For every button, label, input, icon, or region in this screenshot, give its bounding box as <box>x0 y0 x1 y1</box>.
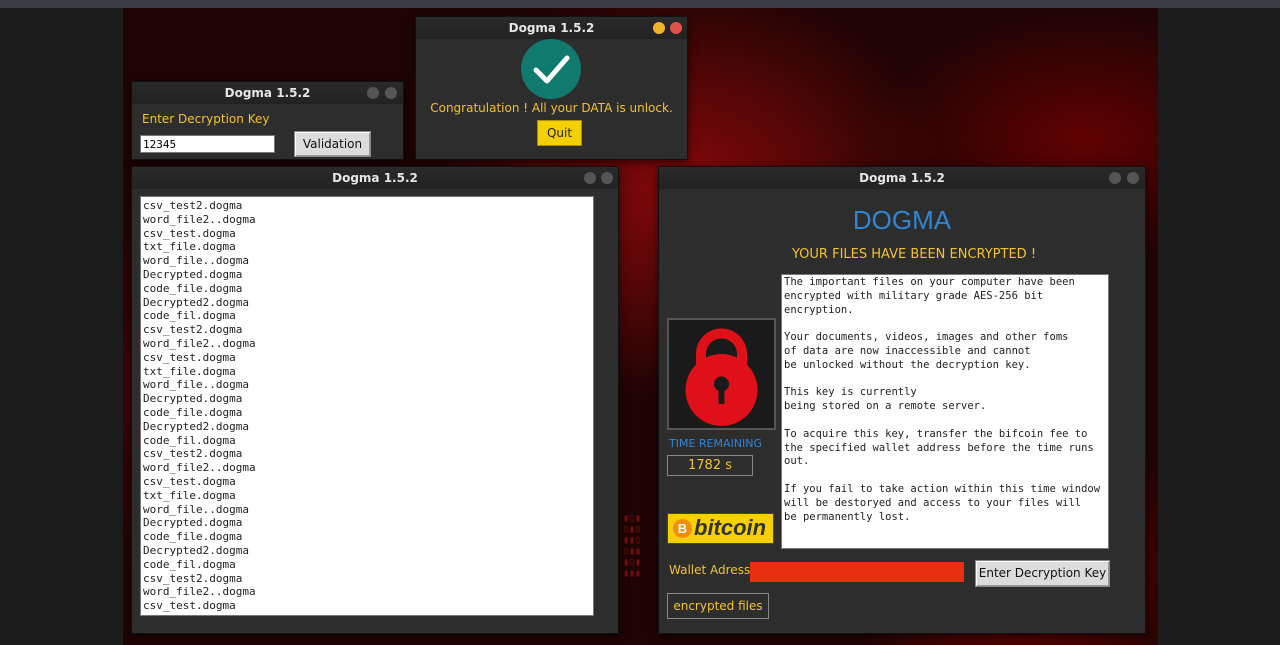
file-list-item[interactable]: word_file2..dogma <box>143 337 593 351</box>
file-list-item[interactable]: code_file.dogma <box>143 530 593 544</box>
file-list-item[interactable]: word_file..dogma <box>143 503 593 517</box>
ransom-message: The important files on your computer hav… <box>781 274 1109 549</box>
close-button[interactable] <box>670 22 682 34</box>
file-list-item[interactable]: csv_test.dogma <box>143 599 593 613</box>
app-heading: DOGMA <box>852 205 952 235</box>
minimize-button[interactable] <box>1109 172 1121 184</box>
decryption-key-window: Dogma 1.5.2 Enter Decryption Key Validat… <box>131 81 404 160</box>
file-list-item[interactable]: code_fil.dogma <box>143 434 593 448</box>
window-titlebar[interactable]: Dogma 1.5.2 <box>132 82 403 104</box>
time-remaining-label: TIME REMAINING <box>669 437 762 450</box>
file-list-item[interactable]: txt_file.dogma <box>143 365 593 379</box>
ransom-main-window: Dogma 1.5.2 DOGMA YOUR FILES HAVE BEEN E… <box>658 166 1146 634</box>
close-button[interactable] <box>385 87 397 99</box>
decryption-key-input[interactable] <box>140 135 275 153</box>
unlock-success-window: Dogma 1.5.2 Congratulation ! All your DA… <box>415 16 688 160</box>
window-title: Dogma 1.5.2 <box>859 171 945 185</box>
file-list[interactable]: csv_test2.dogma word_file2..dogma csv_test… <box>140 196 594 616</box>
file-list-item[interactable]: txt_file.dogma <box>143 240 593 254</box>
file-list-item[interactable]: csv_test.dogma <box>143 227 593 241</box>
bitcoin-label: bitcoin <box>694 515 767 540</box>
close-button[interactable] <box>1127 172 1139 184</box>
key-prompt-label: Enter Decryption Key <box>142 112 270 126</box>
file-list-item[interactable]: Decrypted2.dogma <box>143 296 593 310</box>
file-list-item[interactable]: Decrypted.dogma <box>143 392 593 406</box>
bitcoin-logo: B bitcoin <box>667 513 774 544</box>
enter-decryption-key-button[interactable]: Enter Decryption Key <box>975 560 1110 587</box>
file-list-item[interactable]: Decrypted2.dogma <box>143 544 593 558</box>
file-list-item[interactable]: code_file.dogma <box>143 406 593 420</box>
file-list-item[interactable]: word_file2..dogma <box>143 213 593 227</box>
window-title: Dogma 1.5.2 <box>332 171 418 185</box>
window-titlebar[interactable]: Dogma 1.5.2 <box>132 167 618 189</box>
window-title: Dogma 1.5.2 <box>224 86 311 100</box>
file-list-item[interactable]: word_file..dogma <box>143 254 593 268</box>
encrypted-files-window: Dogma 1.5.2 csv_test2.dogma word_file2..d… <box>131 166 619 634</box>
file-list-item[interactable]: word_file2..dogma <box>143 461 593 475</box>
wallet-address-field[interactable] <box>750 562 964 582</box>
window-title: Dogma 1.5.2 <box>508 21 595 35</box>
validation-button[interactable]: Validation <box>294 131 371 157</box>
file-list-item[interactable]: csv_test.dogma <box>143 475 593 489</box>
wallet-address-label: Wallet Adress: <box>669 563 755 577</box>
file-list-item[interactable]: code_fil.dogma <box>143 558 593 572</box>
bitcoin-icon: B <box>673 519 692 538</box>
file-list-item[interactable]: csv_test2.dogma <box>143 323 593 337</box>
encrypted-warning: YOUR FILES HAVE BEEN ENCRYPTED ! <box>791 247 1037 262</box>
file-list-item[interactable]: Decrypted.dogma <box>143 268 593 282</box>
countdown-timer: 1782 s <box>667 455 753 476</box>
file-list-item[interactable]: txt_file.dogma <box>143 489 593 503</box>
file-list-item[interactable]: csv_test2.dogma <box>143 447 593 461</box>
minimize-button[interactable] <box>367 87 379 99</box>
window-titlebar[interactable]: Dogma 1.5.2 <box>659 167 1145 189</box>
file-list-item[interactable]: csv_test2.dogma <box>143 199 593 213</box>
window-titlebar[interactable]: Dogma 1.5.2 <box>416 17 687 39</box>
quit-button[interactable]: Quit <box>537 120 582 146</box>
file-list-item[interactable]: code_file.dogma <box>143 282 593 296</box>
minimize-button[interactable] <box>584 172 596 184</box>
file-list-item[interactable]: word_file..dogma <box>143 378 593 392</box>
file-list-item[interactable]: Decrypted.dogma <box>143 516 593 530</box>
padlock-icon <box>667 318 776 430</box>
minimize-button[interactable] <box>653 22 665 34</box>
checkmark-icon <box>521 39 581 99</box>
file-list-item[interactable]: code_fil.dogma <box>143 309 593 323</box>
wallpaper-decoration: ▮▯▮ ▯▮▯ ▮▮▯ ▯▮▮ ▮▯▮ ▮▮▮ <box>623 513 642 579</box>
file-list-item[interactable]: Decrypted2.dogma <box>143 420 593 434</box>
close-button[interactable] <box>601 172 613 184</box>
file-list-item[interactable]: csv_test.dogma <box>143 351 593 365</box>
file-list-item[interactable]: csv_test2.dogma <box>143 572 593 586</box>
encrypted-files-button[interactable]: encrypted files <box>667 593 769 619</box>
top-panel <box>0 0 1280 8</box>
success-message: Congratulation ! All your DATA is unlock… <box>430 101 673 115</box>
file-list-item[interactable]: word_file2..dogma <box>143 585 593 599</box>
